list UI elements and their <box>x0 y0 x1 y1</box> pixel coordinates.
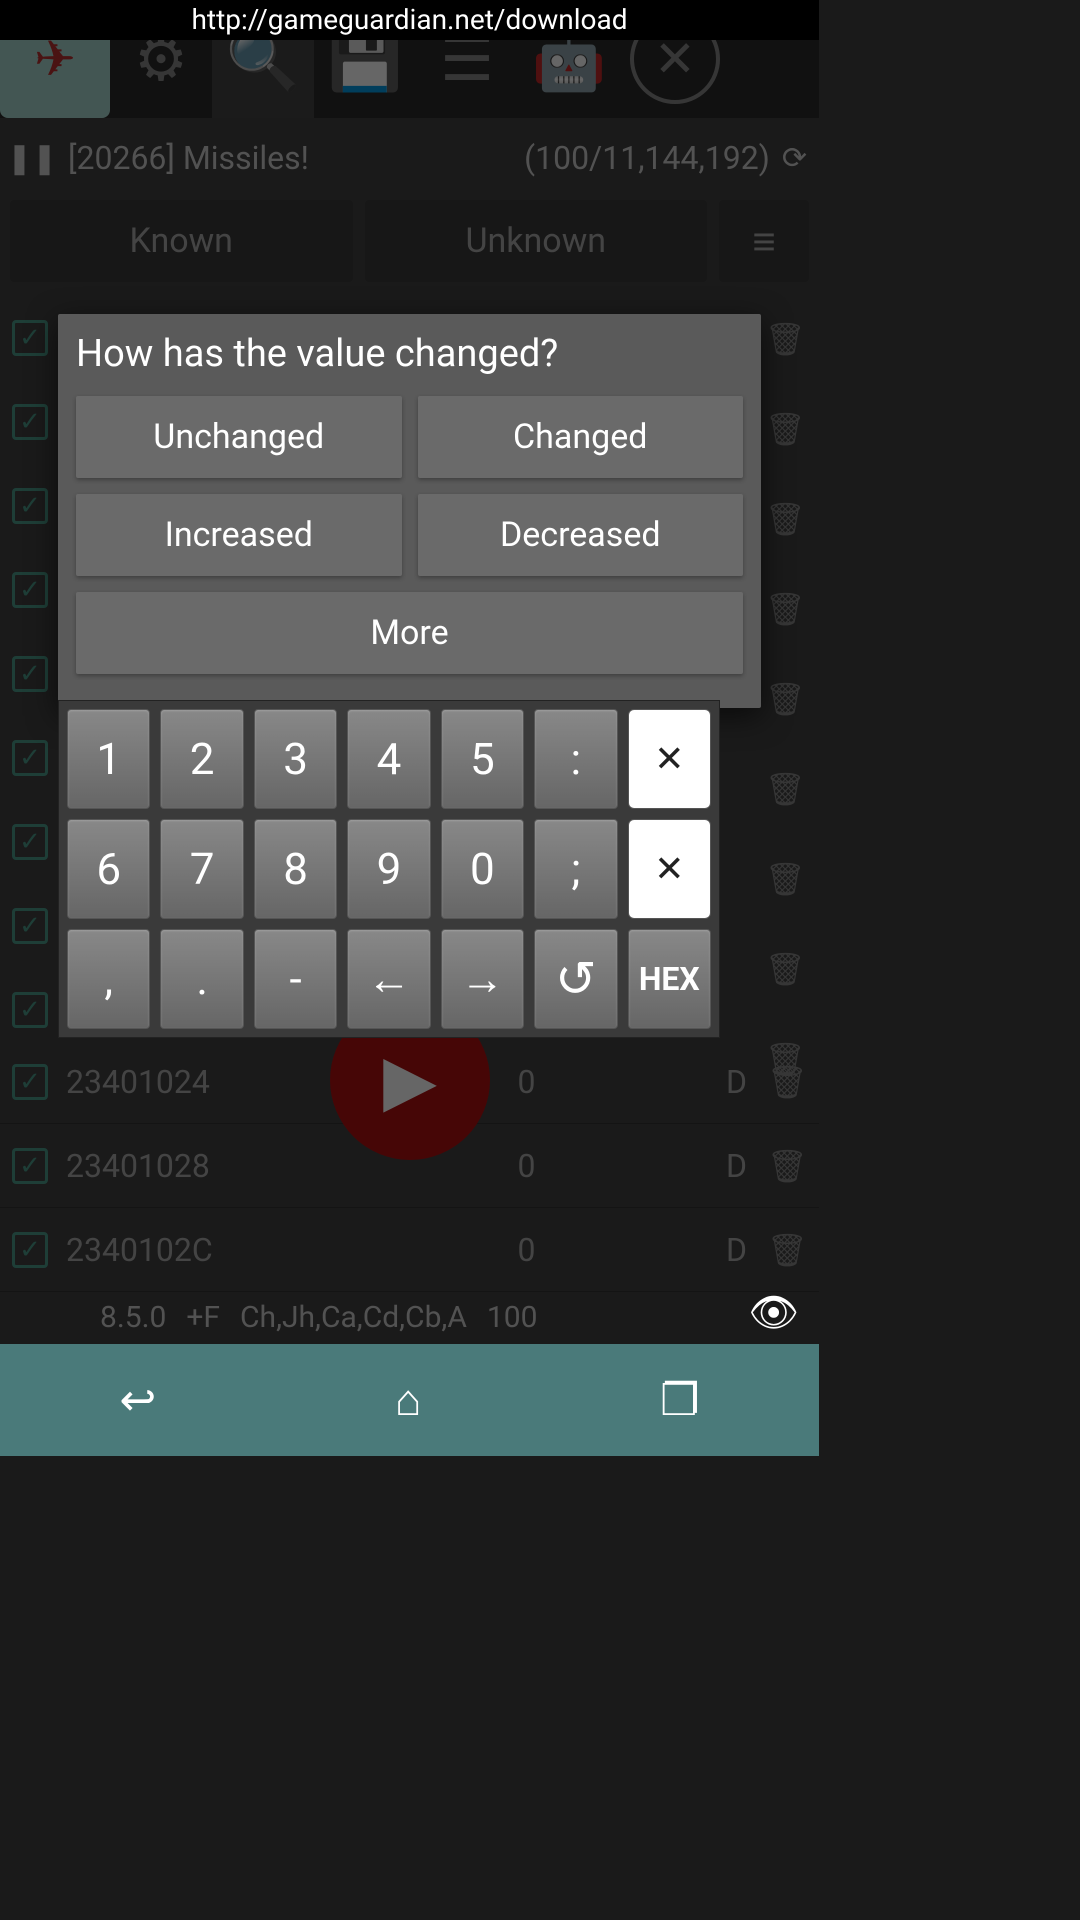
key-dash[interactable]: - <box>254 929 337 1029</box>
delete-icon[interactable]: 🗑 <box>765 590 805 628</box>
row-checkbox[interactable]: ✓ <box>12 992 48 1028</box>
row-checkbox[interactable]: ✓ <box>12 740 48 776</box>
count-label: 100 <box>487 1300 538 1335</box>
unknown-button[interactable]: Unknown <box>365 200 708 282</box>
android-nav-bar: ↩ ⌂ ❐ <box>0 1344 819 1456</box>
dialog-title: How has the value changed? <box>76 332 743 376</box>
key-0[interactable]: 0 <box>441 819 524 919</box>
refresh-icon[interactable]: ⟳ <box>782 141 807 176</box>
address: 2340102C <box>66 1231 366 1269</box>
status-bar: 8.5.0 +F Ch,Jh,Ca,Cd,Cb,A 100 <box>0 1290 819 1344</box>
key-5[interactable]: 5 <box>441 709 524 809</box>
key-4[interactable]: 4 <box>347 709 430 809</box>
filter-row: Known Unknown ≡ <box>0 200 819 282</box>
datatype: D <box>687 1063 747 1101</box>
row-checkbox[interactable]: ✓ <box>12 1148 48 1184</box>
row-checkbox[interactable]: ✓ <box>12 908 48 944</box>
decreased-button[interactable]: Decreased <box>418 494 744 576</box>
row-checkbox[interactable]: ✓ <box>12 320 48 356</box>
info-row: ❚❚ [20266] Missiles! (100/11,144,192) ⟳ <box>0 128 819 188</box>
key-8[interactable]: 8 <box>254 819 337 919</box>
increased-button[interactable]: Increased <box>76 494 402 576</box>
row-checkbox[interactable]: ✓ <box>12 404 48 440</box>
unchanged-button[interactable]: Unchanged <box>76 396 402 478</box>
recents-icon[interactable]: ❐ <box>660 1374 699 1426</box>
value-change-dialog: How has the value changed? Unchanged Cha… <box>58 314 761 708</box>
key-9[interactable]: 9 <box>347 819 430 919</box>
row-checkbox[interactable]: ✓ <box>12 572 48 608</box>
key-semicolon[interactable]: ; <box>534 819 617 919</box>
key-3[interactable]: 3 <box>254 709 337 809</box>
url-bar: http://gameguardian.net/download <box>0 0 819 40</box>
row-checkbox[interactable]: ✓ <box>12 656 48 692</box>
row-checkbox[interactable]: ✓ <box>12 1232 48 1268</box>
value: 0 <box>366 1231 687 1269</box>
key-history[interactable]: ↺ <box>534 929 617 1029</box>
result-count: (100/11,144,192) <box>524 139 770 177</box>
key-7[interactable]: 7 <box>160 819 243 919</box>
delete-icon[interactable]: 🗑 <box>767 1147 807 1185</box>
more-button[interactable]: More <box>76 592 743 674</box>
regions-label: Ch,Jh,Ca,Cd,Cb,A <box>240 1300 467 1335</box>
visibility-icon[interactable]: 👁 <box>748 1289 799 1336</box>
delete-icon[interactable]: 🗑 <box>765 680 805 718</box>
changed-button[interactable]: Changed <box>418 396 744 478</box>
home-icon[interactable]: ⌂ <box>395 1374 422 1426</box>
key-1[interactable]: 1 <box>67 709 150 809</box>
key-comma[interactable]: , <box>67 929 150 1029</box>
back-icon[interactable]: ↩ <box>119 1374 156 1426</box>
known-button[interactable]: Known <box>10 200 353 282</box>
key-colon[interactable]: : <box>534 709 617 809</box>
delete-icon[interactable]: 🗑 <box>767 1231 807 1269</box>
key-left[interactable]: ← <box>347 929 430 1029</box>
address: 23401028 <box>66 1147 366 1185</box>
delete-icon[interactable]: 🗑 <box>765 860 805 898</box>
version-label: 8.5.0 <box>100 1300 166 1335</box>
menu-button[interactable]: ≡ <box>719 200 809 282</box>
key-dot[interactable]: . <box>160 929 243 1029</box>
delete-icon[interactable]: 🗑 <box>765 950 805 988</box>
delete-icon[interactable]: 🗑 <box>765 1040 805 1078</box>
process-label: [20266] Missiles! <box>68 139 309 177</box>
delete-icon[interactable]: 🗑 <box>765 320 805 358</box>
key-2[interactable]: 2 <box>160 709 243 809</box>
key-right[interactable]: → <box>441 929 524 1029</box>
address: 23401024 <box>66 1063 366 1101</box>
flags-label: +F <box>186 1300 220 1335</box>
row-checkbox[interactable]: ✓ <box>12 824 48 860</box>
key-hex[interactable]: HEX <box>628 929 711 1029</box>
list-row[interactable]: ✓ 2340102C 0 D 🗑 <box>0 1208 819 1292</box>
pause-icon[interactable]: ❚❚ <box>12 138 52 178</box>
datatype: D <box>687 1147 747 1185</box>
key-6[interactable]: 6 <box>67 819 150 919</box>
delete-icon[interactable]: 🗑 <box>765 770 805 808</box>
delete-icon[interactable]: 🗑 <box>765 410 805 448</box>
datatype: D <box>687 1231 747 1269</box>
delete-icon[interactable]: 🗑 <box>765 500 805 538</box>
key-delete-fwd[interactable]: ✕ <box>628 819 711 919</box>
key-backspace[interactable]: ✕ <box>628 709 711 809</box>
row-checkbox[interactable]: ✓ <box>12 488 48 524</box>
numeric-keypad: 1 2 3 4 5 : ✕ 6 7 8 9 0 ; ✕ , . - ← → ↺ … <box>58 700 720 1038</box>
